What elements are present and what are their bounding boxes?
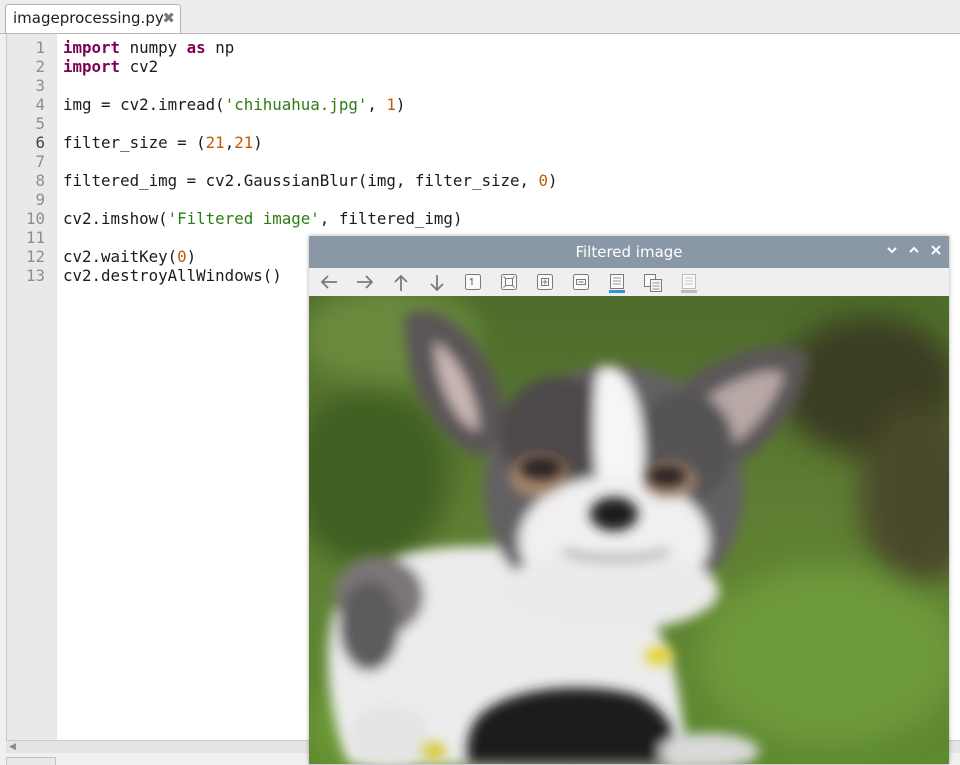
line-number: 2 [35,57,45,76]
line-number: 7 [35,152,45,171]
code-token: , [224,133,235,152]
chihuahua-photo [309,296,949,764]
code-token: 21 [205,133,225,152]
image-window[interactable]: Filtered image [309,236,949,764]
zoom-original-icon[interactable] [462,272,484,292]
image-toolbar [309,268,949,297]
code-token: , filtered_img) [319,209,463,228]
code-token: ) [395,95,406,114]
tab-filename: imageprocessing.py [13,9,164,27]
arrow-right-icon[interactable] [354,272,376,292]
copy-image-icon[interactable] [642,272,664,292]
chevron-up-icon[interactable] [906,244,922,260]
chevron-down-icon[interactable] [884,244,900,260]
code-token: 0 [177,247,187,266]
line-number: 5 [35,114,45,133]
close-icon[interactable] [928,244,944,260]
code-token: ) [253,133,263,152]
properties-icon[interactable] [678,272,700,293]
code-text: filter_size = (21,21) [63,133,263,152]
line-number: 1 [35,38,45,57]
code-token: import [63,57,121,76]
code-token: cv2.waitKey( [63,247,178,266]
code-text: img = cv2.imread('chihuahua.jpg', 1) [63,95,405,114]
window-titlebar[interactable]: Filtered image [309,236,949,268]
code-text: import cv2 [63,57,158,76]
code-token: 0 [538,171,549,190]
line-number: 3 [35,76,45,95]
save-image-icon[interactable] [606,272,628,293]
scroll-left-icon[interactable]: ◀ [9,741,16,753]
code-token: import [63,38,121,57]
code-token: cv2 [120,57,159,76]
code-token: 1 [386,95,396,114]
zoom-in-icon[interactable] [534,272,556,292]
arrow-left-icon[interactable] [318,272,340,292]
line-number: 6 [35,133,45,152]
code-token: cv2.destroyAllWindows() [63,266,282,285]
zoom-out-icon[interactable] [570,272,592,292]
code-token: 21 [234,133,254,152]
code-token: img = cv2.imread( [63,95,225,114]
code-token: filter_size = ( [63,133,206,152]
code-token: 'chihuahua.jpg' [224,95,368,114]
line-number: 9 [35,190,45,209]
code-token: numpy [120,38,187,57]
window-title: Filtered image [575,243,683,261]
code-token: , [367,95,387,114]
code-text: cv2.imshow('Filtered image', filtered_im… [63,209,462,228]
line-number: 11 [25,228,45,247]
line-number: 8 [35,171,45,190]
code-token: np [205,38,235,57]
editor-tab[interactable]: imageprocessing.py ✖ [5,4,181,33]
code-token: as [186,38,206,57]
code-text: cv2.waitKey(0) [63,247,196,266]
line-number: 13 [25,266,45,285]
close-icon[interactable]: ✖ [162,5,175,32]
code-text: filtered_img = cv2.GaussianBlur(img, fil… [63,171,558,190]
code-token: 'Filtered image' [167,209,320,228]
line-number: 4 [35,95,45,114]
code-token: filtered_img = cv2.GaussianBlur(img, fil… [63,171,539,190]
code-token: ) [548,171,558,190]
filtered-image [309,296,949,764]
code-token: ) [186,247,197,266]
code-text: import numpy as np [63,38,234,57]
code-text: cv2.destroyAllWindows() [63,266,282,285]
line-number: 12 [25,247,45,266]
line-number: 10 [25,209,45,228]
arrow-up-icon[interactable] [390,272,412,292]
tab-bar: imageprocessing.py ✖ [0,0,960,34]
arrow-down-icon[interactable] [426,272,448,292]
zoom-fit-icon[interactable] [498,272,520,292]
code-token: cv2.imshow( [63,209,168,228]
